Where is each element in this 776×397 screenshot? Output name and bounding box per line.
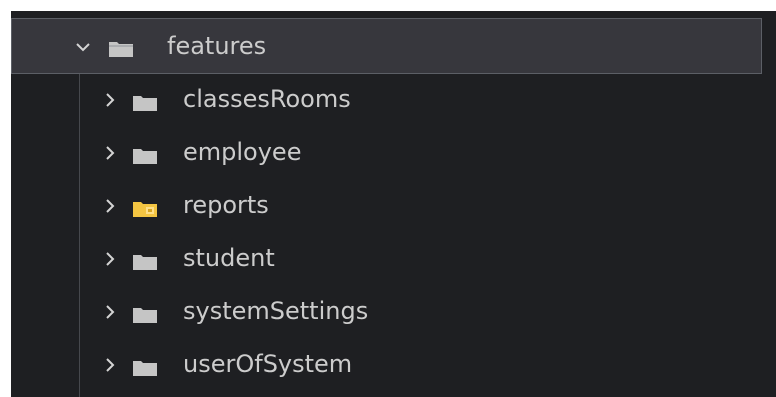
chevron-right-icon[interactable] bbox=[99, 248, 121, 270]
tree-item-label: classesRooms bbox=[183, 85, 351, 113]
chevron-right-icon[interactable] bbox=[99, 89, 121, 111]
chevron-right-icon[interactable] bbox=[99, 195, 121, 217]
tree-item-label: employee bbox=[183, 138, 302, 166]
tree-item-label: systemSettings bbox=[183, 297, 369, 325]
tree-item-reports[interactable]: reports bbox=[11, 180, 776, 233]
tree-item-classesRooms[interactable]: classesRooms bbox=[11, 74, 776, 127]
folder-icon bbox=[132, 251, 158, 270]
chevron-right-icon[interactable] bbox=[99, 354, 121, 376]
folder-icon bbox=[132, 357, 158, 376]
folder-icon bbox=[132, 145, 158, 164]
tree-item-features[interactable]: features bbox=[11, 18, 762, 74]
tree-item-userOfSystem[interactable]: userOfSystem bbox=[11, 339, 776, 392]
chevron-down-icon[interactable] bbox=[72, 36, 94, 58]
reports-folder-icon bbox=[132, 198, 158, 217]
open-folder-icon bbox=[108, 38, 134, 57]
tree-item-label: userOfSystem bbox=[183, 350, 353, 378]
tree-item-label: student bbox=[183, 244, 275, 272]
tree-item-label: reports bbox=[183, 191, 269, 219]
folder-icon bbox=[132, 92, 158, 111]
folder-icon bbox=[132, 304, 158, 323]
tree-item-label: features bbox=[167, 32, 267, 60]
tree-item-employee[interactable]: employee bbox=[11, 127, 776, 180]
chevron-right-icon[interactable] bbox=[99, 142, 121, 164]
tree-item-student[interactable]: student bbox=[11, 233, 776, 286]
tree-item-systemSettings[interactable]: systemSettings bbox=[11, 286, 776, 339]
chevron-right-icon[interactable] bbox=[99, 301, 121, 323]
file-explorer: features classesRooms employee reports s… bbox=[11, 11, 776, 397]
